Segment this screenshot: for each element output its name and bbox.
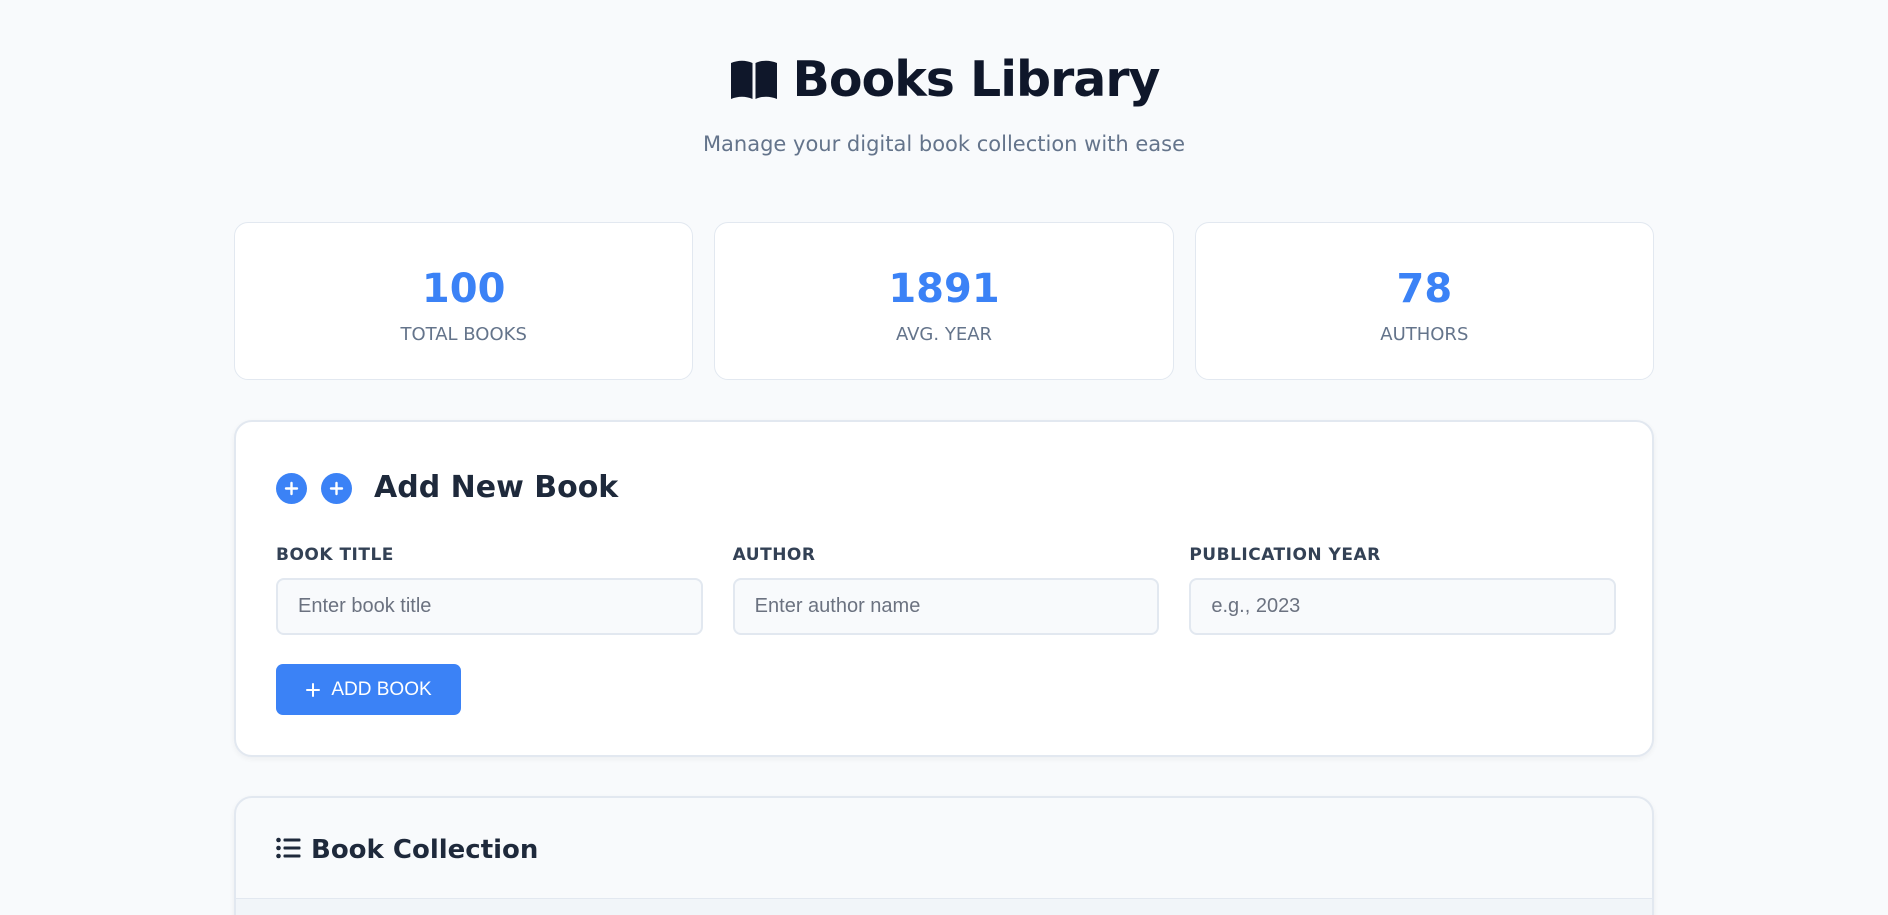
add-book-header: Add New Book	[276, 470, 618, 506]
stat-label: AUTHORS	[1380, 324, 1469, 345]
publication-year-input[interactable]	[1189, 578, 1617, 635]
stat-card-authors: 78 AUTHORS	[1194, 222, 1654, 380]
plus-circle-icon	[276, 472, 307, 504]
stat-value: 100	[421, 266, 506, 312]
book-title-field-group: BOOK TITLE	[276, 544, 703, 635]
open-book-icon	[729, 59, 779, 101]
book-collection-header: Book Collection	[276, 834, 538, 866]
stat-card-avg-year: 1891 AVG. YEAR	[714, 222, 1174, 380]
list-icon	[276, 837, 301, 863]
page-header: Books Library Manage your digital book c…	[0, 48, 1888, 158]
book-title-label: BOOK TITLE	[276, 545, 394, 565]
page-title-text: Books Library	[792, 51, 1161, 108]
author-input[interactable]	[732, 578, 1160, 635]
stat-value: 1891	[888, 266, 1000, 312]
page-subtitle: Manage your digital book collection with…	[702, 132, 1186, 156]
stat-value: 78	[1396, 266, 1453, 312]
page-title: Books Library	[729, 48, 1160, 112]
book-collection-panel: Book Collection	[234, 796, 1654, 915]
plus-icon	[305, 682, 321, 698]
add-book-fields: BOOK TITLE AUTHOR PUBLICATION YEAR	[276, 544, 1617, 635]
stat-label: TOTAL BOOKS	[400, 324, 527, 345]
plus-circle-icon	[321, 472, 352, 504]
add-book-title: Add New Book	[374, 470, 619, 505]
stat-label: AVG. YEAR	[895, 324, 993, 345]
add-book-panel: Add New Book BOOK TITLE AUTHOR PUBLICATI…	[234, 420, 1654, 757]
author-field-group: AUTHOR	[732, 544, 1160, 635]
book-collection-title: Book Collection	[311, 835, 539, 865]
page: Books Library Manage your digital book c…	[0, 0, 1888, 915]
collection-table-header-strip	[236, 898, 1652, 915]
book-title-input[interactable]	[276, 578, 703, 635]
author-label: AUTHOR	[732, 545, 816, 565]
publication-year-label: PUBLICATION YEAR	[1189, 545, 1381, 565]
publication-year-field-group: PUBLICATION YEAR	[1189, 544, 1617, 635]
stat-card-total-books: 100 TOTAL BOOKS	[234, 222, 694, 380]
add-book-button[interactable]: ADD BOOK	[276, 664, 461, 715]
add-book-button-label: ADD BOOK	[331, 678, 432, 700]
stats-row: 100 TOTAL BOOKS 1891 AVG. YEAR 78 AUTHOR…	[234, 222, 1654, 380]
